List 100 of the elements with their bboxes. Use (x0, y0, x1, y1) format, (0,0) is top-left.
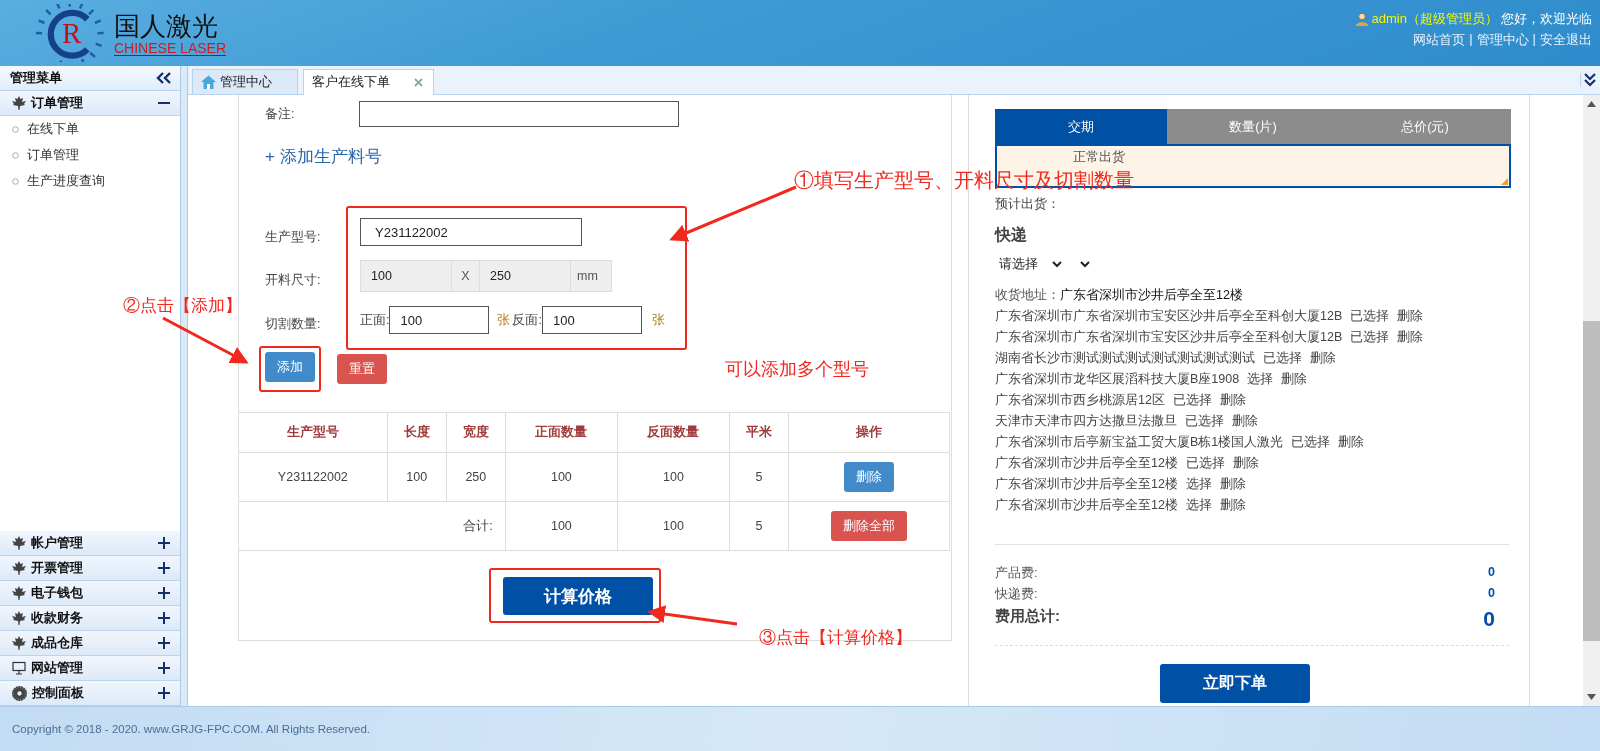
plus-icon (158, 537, 170, 549)
delete-link[interactable]: 删除 (1397, 308, 1424, 325)
delete-link[interactable]: 删除 (1219, 392, 1246, 409)
link-separator: | (1469, 31, 1473, 48)
delete-link[interactable]: 删除 (1397, 329, 1424, 346)
address-text: 广东省深圳市广东省深圳市宝安区沙井后亭全至科创大厦12B (995, 308, 1343, 325)
select-link[interactable]: 选择 (1185, 476, 1212, 493)
tab[interactable]: 管理中心 (192, 69, 298, 94)
summary-tab[interactable]: 交期 (995, 109, 1167, 144)
select-link[interactable]: 已选择 (1263, 350, 1302, 367)
delete-all-button[interactable]: 删除全部 (831, 511, 907, 541)
add-item-link[interactable]: + 添加生产料号 (265, 145, 951, 168)
address-text: 广东省深圳市后亭新宝益工贸大厦B栋1楼国人激光 (995, 434, 1284, 451)
length-field[interactable]: 100 (361, 261, 452, 291)
fee-label: 快递费: (995, 586, 1038, 603)
field-label: 备注: (265, 105, 296, 123)
bullet-icon (12, 125, 19, 133)
address-text: 广东省深圳市龙华区展滔科技大厦B座1908 (995, 371, 1240, 388)
chevron-icon (1080, 261, 1090, 268)
menu-item-label: 订单管理 (27, 146, 79, 164)
plus-icon (158, 562, 170, 574)
menu-group-label: 网站管理 (31, 659, 84, 677)
reset-button[interactable]: 重置 (337, 354, 387, 384)
scrollbar[interactable] (1583, 95, 1600, 706)
remark-field[interactable] (359, 101, 679, 127)
scroll-up-icon[interactable] (1587, 101, 1596, 107)
scroll-down-icon[interactable] (1587, 694, 1596, 700)
menu-group-label: 开票管理 (31, 559, 84, 577)
logo-letter: R (62, 17, 82, 50)
plus-icon (158, 687, 170, 699)
delete-link[interactable]: 删除 (1310, 350, 1336, 367)
select-link[interactable]: 已选择 (1185, 413, 1224, 430)
delete-button[interactable]: 删除 (844, 462, 894, 492)
address-value: 广东省深圳市沙井后亭全至12楼 (1060, 288, 1243, 302)
select-link[interactable]: 已选择 (1172, 392, 1212, 409)
delete-link[interactable]: 删除 (1219, 476, 1246, 493)
model-field[interactable]: Y231122002 (360, 218, 582, 246)
express-title: 快递 (995, 225, 1028, 245)
monitor-icon (12, 661, 26, 675)
select-link[interactable]: 已选择 (1350, 329, 1390, 346)
resize-grip-icon[interactable] (1501, 178, 1508, 185)
delete-link[interactable]: 删除 (1219, 497, 1246, 514)
table-cell: 5 (729, 452, 789, 502)
user-icon (1354, 12, 1369, 26)
user-name: admin（超级管理员） (1371, 10, 1498, 28)
select-link[interactable]: 已选择 (1291, 434, 1331, 451)
plus-icon (158, 612, 170, 624)
address-text: 广东省深圳市沙井后亭全至12楼 (995, 476, 1178, 493)
column-header: 正面数量 (505, 412, 618, 453)
annotation-text: ③点击【计算价格】 (759, 627, 912, 649)
select-link[interactable]: 已选择 (1185, 455, 1225, 472)
select-link[interactable]: 选择 (1247, 371, 1274, 388)
back-qty-field[interactable]: 100 (541, 306, 642, 334)
logo-subtitle: CHINESE LASER (114, 40, 227, 56)
gear-icon (12, 685, 27, 701)
delete-link[interactable]: 删除 (1232, 413, 1258, 430)
menu-group[interactable]: 帐户管理 (0, 531, 180, 556)
select-link[interactable]: 已选择 (1350, 308, 1390, 325)
fee-label: 产品费: (995, 565, 1038, 582)
order-button[interactable]: 立即下单 (1160, 664, 1310, 703)
menu-item[interactable]: 订单管理 (0, 142, 180, 168)
express-select[interactable]: 请选择 (995, 256, 1062, 273)
unit-label: mm (576, 268, 599, 285)
menu-item[interactable]: 生产进度查询 (0, 168, 180, 194)
menu-group[interactable]: 收款财务 (0, 606, 180, 631)
column-header: 生产型号 (238, 412, 388, 453)
field-label: 切割数量: (265, 315, 322, 333)
calculate-button[interactable]: 计算价格 (503, 577, 653, 615)
bullet-icon (12, 151, 19, 159)
expand-icon[interactable] (1580, 73, 1596, 87)
collapse-icon[interactable] (156, 72, 172, 84)
menu-group[interactable]: 网站管理 (0, 656, 180, 681)
annotation-text: 可以添加多个型号 (725, 358, 869, 381)
menu-group[interactable]: 控制面板 (0, 681, 180, 706)
home-icon (201, 75, 216, 89)
total-label: 合计: (238, 501, 506, 551)
unit-label: 张 (651, 311, 665, 329)
delete-link[interactable]: 删除 (1232, 455, 1259, 472)
plus-icon (158, 662, 170, 674)
tab[interactable]: 客户在线下单 (303, 69, 434, 95)
front-qty-field[interactable]: 100 (389, 306, 490, 334)
menu-group[interactable]: 订单管理 (0, 91, 180, 116)
fee-value: 0 (1488, 586, 1495, 602)
delete-link[interactable]: 删除 (1338, 434, 1365, 451)
menu-group[interactable]: 电子钱包 (0, 581, 180, 606)
menu-group[interactable]: 成品仓库 (0, 631, 180, 656)
column-header: 平米 (729, 412, 789, 453)
width-field[interactable]: 250 (480, 261, 571, 291)
table-cell: 100 (505, 501, 618, 551)
greeting-text: 您好，欢迎光临 (1501, 10, 1592, 28)
address-text: 广东省深圳市西乡桃源居12区 (995, 392, 1165, 409)
unit-label: 张 (497, 311, 511, 329)
column-header: 操作 (788, 412, 950, 453)
add-button[interactable]: 添加 (265, 352, 315, 382)
plus-icon (158, 587, 170, 599)
menu-group[interactable]: 开票管理 (0, 556, 180, 581)
menu-group-label: 控制面板 (32, 684, 85, 702)
select-link[interactable]: 选择 (1185, 497, 1212, 514)
menu-item[interactable]: 在线下单 (0, 116, 180, 142)
delete-link[interactable]: 删除 (1281, 371, 1308, 388)
